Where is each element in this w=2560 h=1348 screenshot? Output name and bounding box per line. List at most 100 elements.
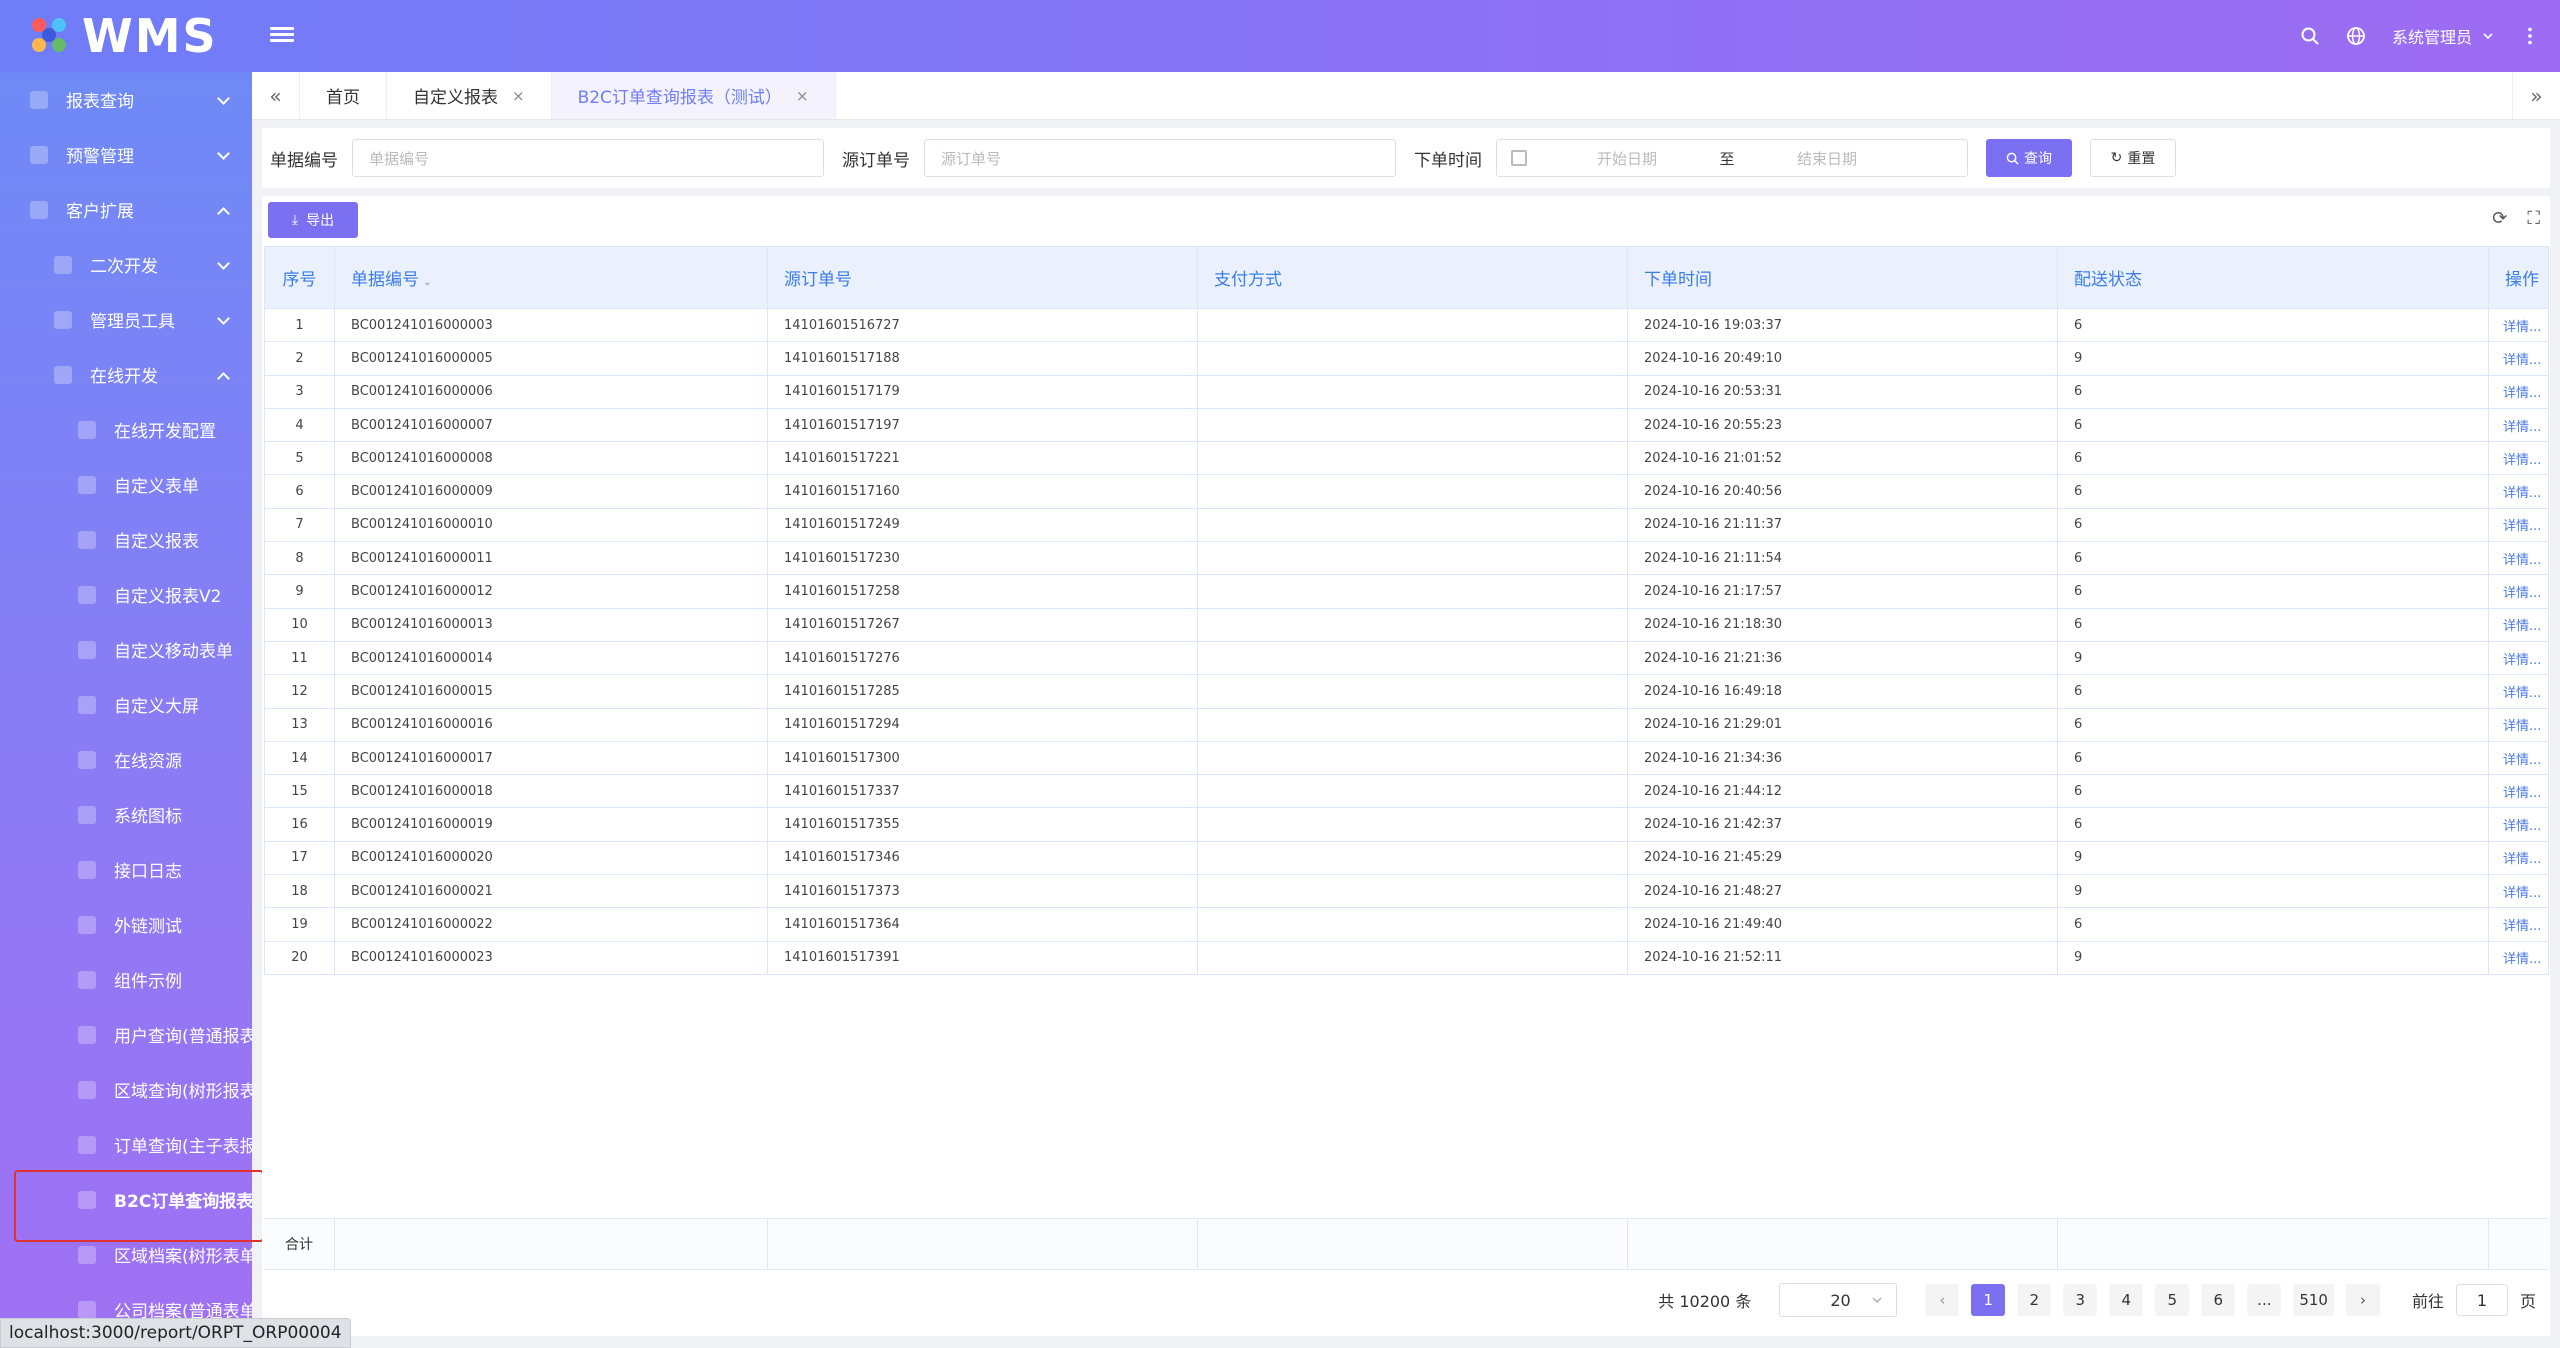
sidebar-item[interactable]: 系统图标 <box>0 787 252 842</box>
table-cell: 2024-10-16 21:29:01 <box>1627 707 2058 742</box>
globe-icon[interactable] <box>2346 26 2366 46</box>
user-menu[interactable]: 系统管理员 <box>2392 24 2494 48</box>
detail-link[interactable]: 详情... <box>2488 940 2549 975</box>
more-pages-button[interactable]: ... <box>2247 1284 2282 1316</box>
tab-item[interactable]: B2C订单查询报表（测试） × <box>551 72 836 119</box>
sidebar-item[interactable]: 接口日志 <box>0 842 252 897</box>
table-cell: 7 <box>264 507 335 543</box>
prev-page-button[interactable]: ‹ <box>1925 1284 1960 1316</box>
detail-link[interactable]: 详情... <box>2488 407 2549 443</box>
detail-link[interactable]: 详情... <box>2488 341 2549 376</box>
detail-link[interactable]: 详情... <box>2488 441 2549 476</box>
page-button[interactable]: 2 <box>2017 1284 2052 1316</box>
detail-link[interactable]: 详情... <box>2488 541 2549 576</box>
sidebar-item-label: 自定义报表 <box>114 532 199 552</box>
page-button[interactable]: 5 <box>2155 1284 2190 1316</box>
sidebar-item[interactable]: 订单查询(主子表报 <box>0 1117 252 1172</box>
src-no-input[interactable]: 源订单号 <box>924 139 1396 177</box>
table-cell <box>1197 640 1628 676</box>
tab-item[interactable]: 首页 <box>300 72 387 119</box>
detail-link[interactable]: 详情... <box>2488 640 2549 676</box>
start-date-input[interactable]: 开始日期 <box>1557 148 1697 169</box>
detail-link[interactable]: 详情... <box>2488 574 2549 609</box>
tab-scroll-right-icon[interactable]: » <box>2512 72 2560 119</box>
order-time-range[interactable]: 开始日期 至 结束日期 <box>1496 139 1968 177</box>
table-cell: 14101601517221 <box>767 441 1198 476</box>
table-row: 8 BC001241016000011 14101601517230 2024-10-… <box>264 541 2549 576</box>
detail-link[interactable]: 详情... <box>2488 840 2549 876</box>
export-button[interactable]: ⤓ 导出 <box>268 202 358 238</box>
detail-link[interactable]: 详情... <box>2488 807 2549 842</box>
page-button[interactable]: 1 <box>1971 1284 2006 1316</box>
sidebar-item[interactable]: 预警管理 <box>0 127 252 182</box>
table-cell: 2024-10-16 21:49:40 <box>1627 907 2058 942</box>
page-button[interactable]: 4 <box>2109 1284 2144 1316</box>
fullscreen-icon[interactable]: ⛶ <box>2527 208 2540 229</box>
detail-link[interactable]: 详情... <box>2488 374 2549 409</box>
page-button[interactable]: 3 <box>2063 1284 2098 1316</box>
detail-link[interactable]: 详情... <box>2488 907 2549 942</box>
detail-link[interactable]: 详情... <box>2488 774 2549 809</box>
sidebar-item[interactable]: 用户查询(普通报表 <box>0 1007 252 1062</box>
end-date-input[interactable]: 结束日期 <box>1757 148 1897 169</box>
sidebar-item[interactable]: 在线开发配置 <box>0 402 252 457</box>
sidebar-item[interactable]: 二次开发 <box>0 237 252 292</box>
sidebar-item[interactable]: 报表查询 <box>0 72 252 127</box>
sidebar-item[interactable]: 管理员工具 <box>0 292 252 347</box>
sidebar-item[interactable]: 客户扩展 <box>0 182 252 237</box>
sort-icon[interactable]: ⌄ <box>423 277 431 288</box>
table-cell: 14101601517346 <box>767 840 1198 876</box>
sidebar-item[interactable]: 区域查询(树形报表 <box>0 1062 252 1117</box>
refresh-icon[interactable]: ⟳ <box>2492 208 2507 229</box>
next-page-button[interactable]: › <box>2345 1284 2380 1316</box>
detail-link[interactable]: 详情... <box>2488 607 2549 642</box>
sidebar-item[interactable]: 外链测试 <box>0 897 252 952</box>
table-row: 4 BC001241016000007 14101601517197 2024-10-… <box>264 407 2549 443</box>
table-cell: 14101601517197 <box>767 407 1198 443</box>
sidebar-item[interactable]: 自定义报表 <box>0 512 252 567</box>
sidebar-toggle-icon[interactable] <box>270 24 294 48</box>
page-button[interactable]: 510 <box>2293 1284 2334 1316</box>
table-row: 18 BC001241016000021 14101601517373 2024-10… <box>264 874 2549 909</box>
menu-item-icon <box>30 145 48 164</box>
close-icon[interactable]: × <box>512 87 525 105</box>
sidebar-item[interactable]: 自定义移动表单 <box>0 622 252 677</box>
detail-link[interactable]: 详情... <box>2488 674 2549 709</box>
table-cell: 6 <box>2057 607 2489 642</box>
menu-item-icon <box>78 1025 96 1044</box>
detail-link[interactable]: 详情... <box>2488 707 2549 742</box>
goto-page-input[interactable]: 1 <box>2455 1284 2508 1316</box>
goto-page-value: 1 <box>2476 1290 2488 1310</box>
sidebar-item[interactable]: 组件示例 <box>0 952 252 1007</box>
sidebar-item[interactable]: 在线开发 <box>0 347 252 402</box>
detail-link[interactable]: 详情... <box>2488 474 2549 509</box>
menu-item-icon <box>54 255 72 274</box>
detail-link[interactable]: 详情... <box>2488 874 2549 909</box>
table-cell <box>1197 374 1628 409</box>
doc-no-input[interactable]: 单据编号 <box>352 139 824 177</box>
detail-link[interactable]: 详情... <box>2488 307 2549 343</box>
page-size-select[interactable]: 20 <box>1779 1283 1898 1317</box>
more-vertical-icon[interactable] <box>2520 26 2540 46</box>
search-icon[interactable] <box>2300 26 2320 46</box>
summary-row: 合计 <box>264 1218 2548 1270</box>
sidebar-item[interactable]: 自定义大屏 <box>0 677 252 732</box>
column-header[interactable]: 单据编号 ⌄ <box>334 246 768 309</box>
table-cell <box>1197 507 1628 543</box>
table-cell: 6 <box>2057 507 2489 543</box>
sidebar-item[interactable]: 在线资源 <box>0 732 252 787</box>
tab-item[interactable]: 自定义报表 × <box>387 72 552 119</box>
query-button[interactable]: 查询 <box>1986 139 2072 177</box>
table-cell: 8 <box>264 541 335 576</box>
table-cell: BC001241016000003 <box>334 307 768 343</box>
sidebar-item[interactable]: 自定义报表V2 <box>0 567 252 622</box>
table-header-row: 序号 单据编号 ⌄ 源订单号 支付方式 下单时间 配送状态 操作 <box>264 246 2549 309</box>
tab-scroll-left-icon[interactable]: « <box>252 72 300 119</box>
reset-button[interactable]: ↻ 重置 <box>2090 139 2176 177</box>
refresh-icon: ↻ <box>2110 150 2123 166</box>
detail-link[interactable]: 详情... <box>2488 740 2549 776</box>
detail-link[interactable]: 详情... <box>2488 507 2549 543</box>
page-button[interactable]: 6 <box>2201 1284 2236 1316</box>
close-icon[interactable]: × <box>796 87 809 105</box>
sidebar-item[interactable]: 自定义表单 <box>0 457 252 512</box>
